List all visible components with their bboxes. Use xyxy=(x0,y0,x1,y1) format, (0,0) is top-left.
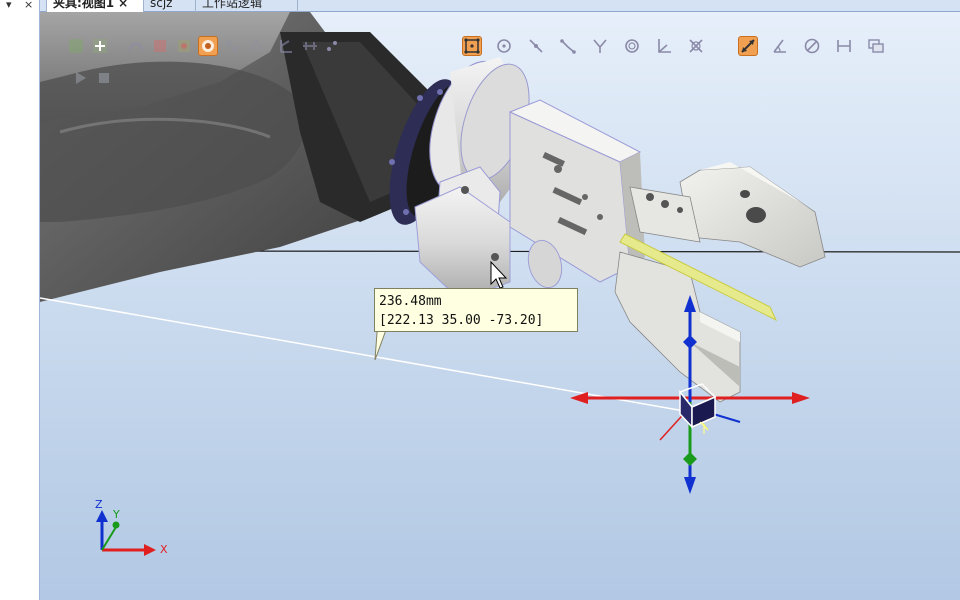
select-part-icon[interactable] xyxy=(198,36,218,56)
select-mechanism-icon[interactable] xyxy=(246,36,266,56)
document-tab-strip: 夹具:视图1 × scjz 工作站逻辑 xyxy=(40,0,960,12)
left-dock-panel: ▾ × xyxy=(0,0,40,600)
axis-label-y: Y xyxy=(113,508,120,521)
tab-close-icon[interactable]: × xyxy=(118,0,128,10)
measure-min-distance-icon[interactable] xyxy=(834,36,854,56)
select-group-icon[interactable] xyxy=(222,36,242,56)
select-surface-icon[interactable] xyxy=(150,36,170,56)
snap-local-origin-icon[interactable] xyxy=(654,36,674,56)
tab-label: 夹具:视图1 xyxy=(53,0,115,10)
gripper-fixture[interactable] xyxy=(414,51,826,403)
tab-scjz[interactable]: scjz xyxy=(144,0,196,12)
snap-dots-icon[interactable] xyxy=(322,36,342,56)
tab-station-logic[interactable]: 工作站逻辑 xyxy=(196,0,298,12)
tab-fixture-view1[interactable]: 夹具:视图1 × xyxy=(46,0,144,12)
gizmo-x-arrow-neg[interactable] xyxy=(570,392,588,404)
stop-icon[interactable] xyxy=(94,68,114,88)
measurement-line xyxy=(40,297,691,413)
panel-close-icon[interactable]: × xyxy=(24,0,33,11)
measure-distance-icon[interactable] xyxy=(738,36,758,56)
view-all-icon[interactable] xyxy=(66,36,86,56)
snap-center-icon[interactable] xyxy=(494,36,514,56)
measure-distance-value: 236.48mm xyxy=(379,294,442,309)
gizmo-z-arrow-neg[interactable] xyxy=(684,477,696,494)
measure-angle-icon[interactable] xyxy=(770,36,790,56)
snap-grid-icon[interactable] xyxy=(686,36,706,56)
gizmo-x-arrow-pos[interactable] xyxy=(792,392,810,404)
select-target-icon[interactable] xyxy=(276,36,296,56)
snap-midpoint-icon[interactable] xyxy=(526,36,546,56)
measurement-tooltip: 236.48mm [222.13 35.00 -73.20] xyxy=(374,288,578,332)
keep-measurement-icon[interactable] xyxy=(866,36,886,56)
move-gizmo[interactable] xyxy=(570,295,810,494)
play-icon[interactable] xyxy=(70,68,90,88)
snap-edge-icon[interactable] xyxy=(558,36,578,56)
world-axis-triad xyxy=(96,510,156,556)
select-frame-icon[interactable] xyxy=(300,36,320,56)
measure-diameter-icon[interactable] xyxy=(802,36,822,56)
viewport-toolbar xyxy=(66,36,926,92)
axis-label-z: Z xyxy=(95,498,103,511)
select-body-icon[interactable] xyxy=(174,36,194,56)
snap-end-icon[interactable] xyxy=(590,36,610,56)
tab-label: 工作站逻辑 xyxy=(202,0,263,10)
snap-object-icon[interactable] xyxy=(462,36,482,56)
tab-label: scjz xyxy=(150,0,173,10)
axis-label-x: X xyxy=(160,543,168,556)
measure-coords-value: [222.13 35.00 -73.20] xyxy=(379,313,544,328)
3d-viewport[interactable]: X Y Z 236.48mm [222.13 35.00 -73.20] xyxy=(40,12,960,600)
select-curve-icon[interactable] xyxy=(126,36,146,56)
view-selected-icon[interactable] xyxy=(90,36,110,56)
snap-gravity-icon[interactable] xyxy=(622,36,642,56)
panel-dropdown-icon[interactable]: ▾ xyxy=(6,0,12,11)
